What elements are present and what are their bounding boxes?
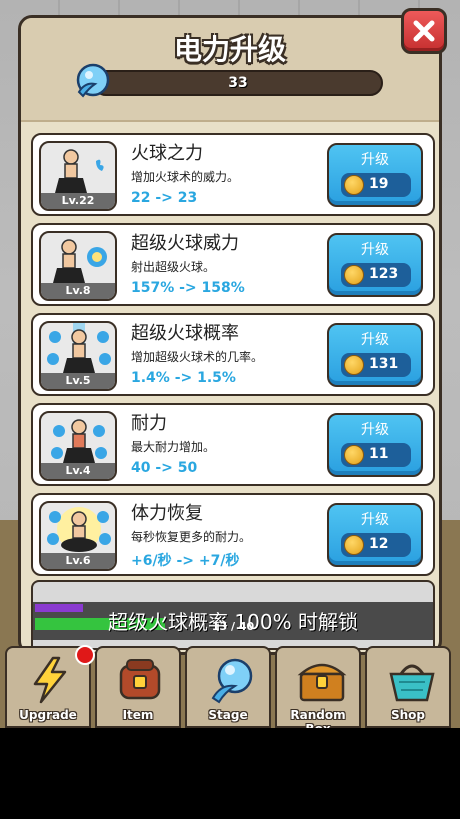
upgrade-description: 最大耐力增加。 <box>131 440 216 454</box>
tab-label: Item <box>122 708 154 722</box>
unlock-progress: 超级火球概率 100% 时解锁 13 / 40 <box>31 580 435 650</box>
character-portrait: Lv.5 <box>39 321 117 391</box>
upgrade-card-super-fireball-chance: Lv.5 超级火球概率 增加超级火球术的几率。 1.4% -> 1.5% 升级 … <box>31 313 435 396</box>
upgrade-card-stamina: Lv.4 耐力 最大耐力增加。 40 -> 50 升级 11 <box>31 403 435 486</box>
fighter-icon <box>53 239 107 283</box>
level-badge: Lv.4 <box>41 463 115 479</box>
power-bar: 33 <box>93 70 383 96</box>
upgrade-button[interactable]: 升级 131 <box>327 323 423 387</box>
close-icon <box>413 20 435 42</box>
cost-display: 12 <box>341 533 411 557</box>
upgrade-name: 超级火球概率 <box>131 323 239 344</box>
level-badge: Lv.8 <box>41 283 115 299</box>
character-portrait: Lv.4 <box>39 411 117 481</box>
upgrade-stat: 157% -> 158% <box>131 280 245 296</box>
coin-icon <box>344 355 364 375</box>
upgrade-name: 体力恢复 <box>131 503 203 524</box>
upgrade-button-label: 升级 <box>361 422 389 438</box>
tab-label: Shop <box>390 708 426 722</box>
upgrade-stat: 1.4% -> 1.5% <box>131 370 236 386</box>
energy-orb-icon <box>76 63 110 98</box>
upgrade-button[interactable]: 升级 11 <box>327 413 423 477</box>
upgrade-button-label: 升级 <box>361 512 389 528</box>
level-badge: Lv.5 <box>41 373 115 389</box>
fighter-icon <box>47 323 111 377</box>
backpack-icon <box>119 659 161 700</box>
upgrade-button-label: 升级 <box>361 242 389 258</box>
fighter-icon <box>47 507 111 552</box>
cost-value: 131 <box>369 356 399 372</box>
upgrade-card-super-fireball-power: Lv.8 超级火球威力 射出超级火球。 157% -> 158% 升级 123 <box>31 223 435 306</box>
tab-item[interactable]: Item <box>95 646 181 728</box>
cost-value: 19 <box>369 176 389 192</box>
cost-display: 131 <box>341 353 411 377</box>
character-portrait: Lv.22 <box>39 141 117 211</box>
tab-shop[interactable]: Shop <box>365 646 451 728</box>
upgrade-stat: +6/秒 -> +7/秒 <box>131 553 240 569</box>
notification-badge <box>75 645 95 665</box>
upgrade-card-fireball-power: Lv.22 火球之力 增加火球术的威力。 22 -> 23 升级 19 <box>31 133 435 216</box>
upgrade-name: 火球之力 <box>131 143 203 164</box>
upgrade-stat: 40 -> 50 <box>131 460 198 476</box>
upgrade-description: 每秒恢复更多的耐力。 <box>131 530 252 544</box>
power-value: 33 <box>228 75 248 91</box>
tab-random-box[interactable]: Random Box <box>275 646 361 728</box>
level-badge: Lv.22 <box>41 193 115 209</box>
character-portrait: Lv.6 <box>39 501 117 571</box>
tab-label: Random Box <box>290 708 346 728</box>
upgrade-panel: 电力升级 33 Lv.22 火球之力 增加火球术的威力。 22 -> 23 升级… <box>18 15 442 655</box>
shopping-basket-icon <box>389 664 435 702</box>
lightning-icon <box>33 656 67 704</box>
cost-display: 19 <box>341 173 411 197</box>
cost-display: 123 <box>341 263 411 287</box>
character-portrait: Lv.8 <box>39 231 117 301</box>
game-scene: 电力升级 33 Lv.22 火球之力 增加火球术的威力。 22 -> 23 升级… <box>0 0 460 728</box>
fighter-icon <box>51 419 107 463</box>
fighter-icon <box>55 149 104 193</box>
treasure-chest-icon <box>297 663 347 702</box>
progress-count: 13 / 40 <box>211 620 255 633</box>
upgrade-card-stamina-recovery: Lv.6 体力恢复 每秒恢复更多的耐力。 +6/秒 -> +7/秒 升级 12 <box>31 493 435 576</box>
upgrade-button[interactable]: 升级 123 <box>327 233 423 297</box>
energy-orb-icon <box>211 658 253 704</box>
tab-label: Upgrade <box>19 708 77 722</box>
coin-icon <box>344 445 364 465</box>
coin-icon <box>344 265 364 285</box>
coin-icon <box>344 535 364 555</box>
upgrade-description: 增加超级火球术的几率。 <box>131 350 264 364</box>
tab-label: Stage <box>208 708 248 722</box>
upgrade-button-label: 升级 <box>361 332 389 348</box>
upgrade-name: 耐力 <box>131 413 167 434</box>
upgrade-button[interactable]: 升级 19 <box>327 143 423 207</box>
coin-icon <box>344 175 364 195</box>
level-badge: Lv.6 <box>41 553 115 569</box>
upgrade-button[interactable]: 升级 12 <box>327 503 423 567</box>
cost-value: 123 <box>369 266 399 282</box>
upgrade-stat: 22 -> 23 <box>131 190 198 206</box>
cost-value: 12 <box>369 536 389 552</box>
tab-stage[interactable]: Stage <box>185 646 271 728</box>
cost-value: 11 <box>369 446 389 462</box>
bottom-nav: Upgrade Item Stage Random Box <box>0 646 460 728</box>
upgrade-description: 射出超级火球。 <box>131 260 216 274</box>
upgrade-name: 超级火球威力 <box>131 233 239 254</box>
upgrade-button-label: 升级 <box>361 152 389 168</box>
upgrade-description: 增加火球术的威力。 <box>131 170 240 184</box>
cost-display: 11 <box>341 443 411 467</box>
close-button[interactable] <box>401 8 447 54</box>
